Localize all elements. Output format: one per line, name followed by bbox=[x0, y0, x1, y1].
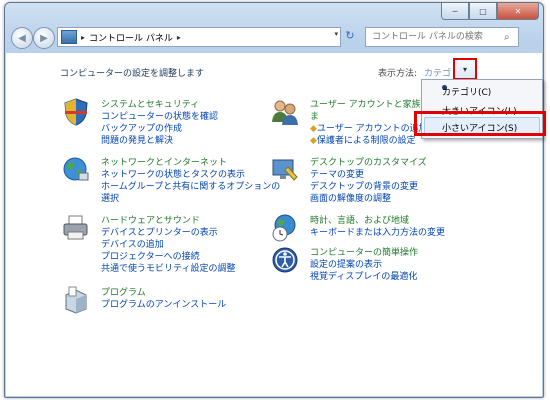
link-change-keyboard[interactable]: キーボードまたは入力方法の変更 bbox=[310, 225, 445, 238]
search-icon[interactable]: ⌕ bbox=[504, 32, 510, 43]
link-homegroup-options[interactable]: ホームグループと共有に関するオプションの bbox=[101, 179, 280, 192]
address-bar[interactable]: ▸ コントロール パネル ▸ ▾ bbox=[57, 27, 341, 47]
link-homegroup-options-cont[interactable]: 選択 bbox=[101, 191, 119, 204]
link-troubleshoot[interactable]: 問題の発見と解決 bbox=[101, 133, 173, 146]
view-by-dropdown-button[interactable]: ▾ bbox=[453, 58, 477, 80]
close-button[interactable]: ✕ bbox=[497, 3, 539, 20]
link-adjust-resolution[interactable]: 画面の解像度の調整 bbox=[310, 191, 391, 204]
menu-item-category[interactable]: カテゴリ(C) bbox=[422, 82, 542, 98]
caption-buttons: ─ □ ✕ bbox=[441, 3, 539, 20]
back-button[interactable]: ◀ bbox=[11, 27, 33, 49]
address-dropdown-icon[interactable]: ▾ bbox=[334, 30, 338, 38]
link-label: 保護者による制限の設定 bbox=[316, 136, 416, 146]
menu-item-label: カテゴリ(C) bbox=[442, 88, 492, 98]
link-optimize-display[interactable]: 視覚ディスプレイの最適化 bbox=[310, 269, 417, 282]
page-title: コンピューターの設定を調整します bbox=[60, 69, 205, 79]
category-title[interactable]: ユーザー アカウントと家族のた bbox=[310, 97, 439, 110]
link-mobility-settings[interactable]: 共通で使うモビリティ設定の調整 bbox=[101, 261, 235, 274]
maximize-button[interactable]: □ bbox=[469, 3, 497, 20]
uac-shield-icon: ◆ bbox=[310, 136, 317, 146]
shield-icon bbox=[64, 98, 88, 126]
printer-icon bbox=[63, 215, 88, 240]
breadcrumb-separator[interactable]: ▸ bbox=[177, 33, 181, 42]
link-parental-controls[interactable]: ◆保護者による制限の設定 bbox=[310, 133, 416, 146]
desktop-personalize-icon bbox=[272, 159, 298, 181]
link-uninstall-program[interactable]: プログラムのアンインストール bbox=[101, 297, 226, 310]
view-by-label: 表示方法: bbox=[378, 69, 418, 79]
network-globe-icon bbox=[63, 157, 89, 181]
ease-of-access-icon bbox=[272, 247, 298, 273]
highlight-annotation-box bbox=[414, 111, 546, 136]
navigation-bar: ◀ ▶ ▸ コントロール パネル ▸ ▾ ↻ ⌕ bbox=[5, 23, 543, 51]
clock-globe-icon bbox=[272, 214, 296, 242]
users-icon bbox=[272, 100, 298, 125]
search-input[interactable] bbox=[370, 31, 504, 43]
programs-box-icon bbox=[65, 286, 87, 314]
minimize-button[interactable]: ─ bbox=[441, 3, 469, 20]
search-box[interactable]: ⌕ bbox=[365, 27, 519, 47]
control-panel-window: ─ □ ✕ ◀ ▶ ▸ コントロール パネル ▸ ▾ ↻ ⌕ コンピューターの設… bbox=[4, 2, 546, 398]
control-panel-icon bbox=[61, 30, 77, 44]
breadcrumb-separator: ▸ bbox=[81, 32, 86, 42]
breadcrumb-control-panel[interactable]: コントロール パネル bbox=[89, 31, 173, 44]
refresh-icon[interactable]: ↻ bbox=[342, 29, 358, 45]
forward-button[interactable]: ▶ bbox=[33, 27, 55, 49]
